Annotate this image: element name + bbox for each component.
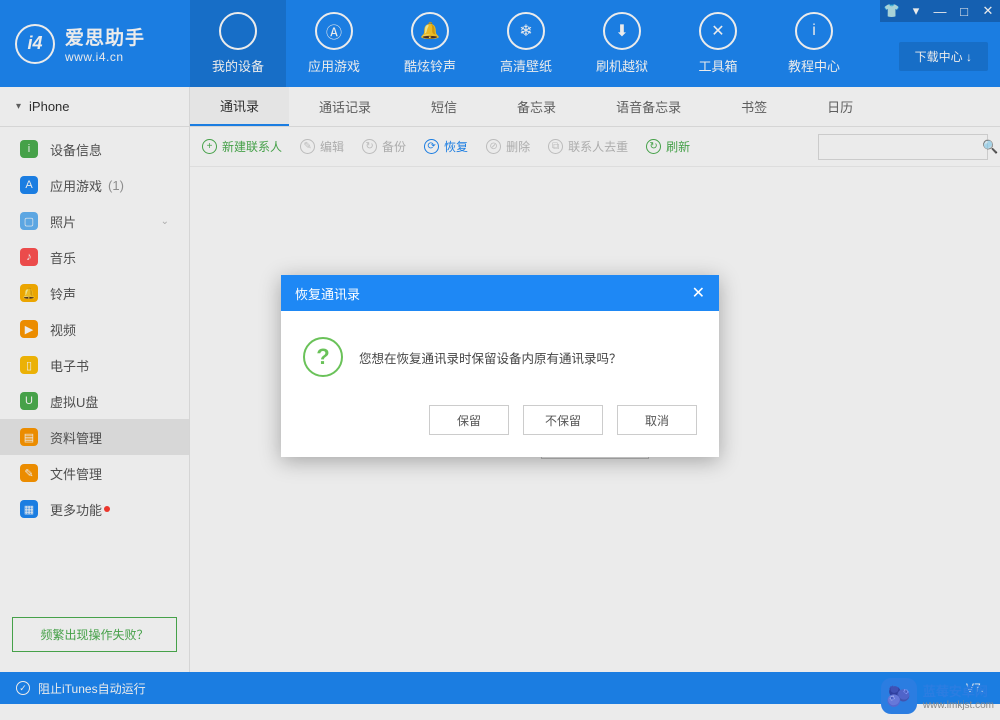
dialog-message-row: ? 您想在恢复通讯录时保留设备内原有通讯录吗？ — [303, 337, 697, 377]
question-icon: ? — [303, 337, 343, 377]
dialog-close-icon[interactable]: ✕ — [692, 283, 705, 303]
discard-button[interactable]: 不保留 — [523, 405, 603, 435]
keep-button[interactable]: 保留 — [429, 405, 509, 435]
dialog-header: 恢复通讯录 ✕ — [281, 275, 719, 311]
restore-dialog: 恢复通讯录 ✕ ? 您想在恢复通讯录时保留设备内原有通讯录吗？ 保留 不保留 取… — [281, 275, 719, 457]
dialog-body: ? 您想在恢复通讯录时保留设备内原有通讯录吗？ 保留 不保留 取消 — [281, 311, 719, 457]
modal-overlay: 恢复通讯录 ✕ ? 您想在恢复通讯录时保留设备内原有通讯录吗？ 保留 不保留 取… — [0, 0, 1000, 720]
cancel-button[interactable]: 取消 — [617, 405, 697, 435]
dialog-title: 恢复通讯录 — [295, 284, 360, 303]
dialog-buttons: 保留 不保留 取消 — [303, 405, 697, 435]
dialog-message: 您想在恢复通讯录时保留设备内原有通讯录吗？ — [359, 348, 622, 367]
